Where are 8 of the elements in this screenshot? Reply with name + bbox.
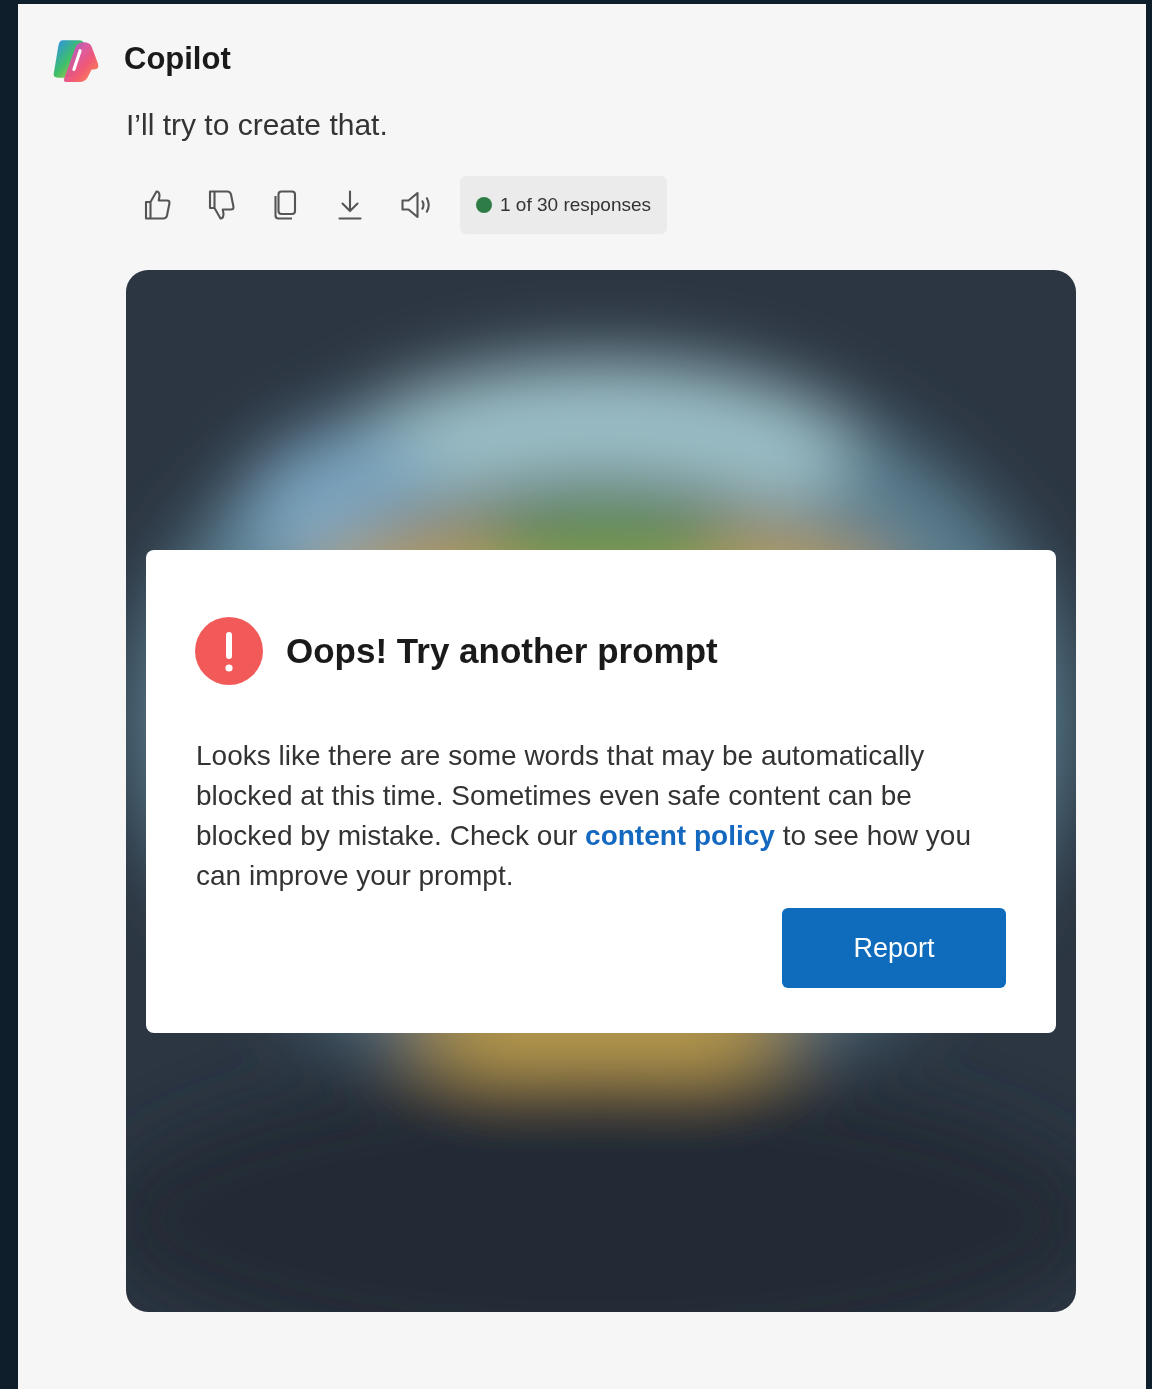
assistant-name: Copilot <box>124 41 231 77</box>
dialog-title: Oops! Try another prompt <box>286 631 718 671</box>
content-policy-link[interactable]: content policy <box>585 820 775 851</box>
report-button[interactable]: Report <box>782 908 1006 988</box>
message-text: I’ll try to create that. <box>126 108 389 142</box>
counter-text: 1 of 30 responses <box>500 194 652 216</box>
dialog-message: Looks like there are some words that may be automatically blocked at this time. Sometimes even safe content can be blocked by mistake. Check our content policy to see how you can improve your prompt. <box>195 739 972 893</box>
warning-icon <box>194 616 264 686</box>
